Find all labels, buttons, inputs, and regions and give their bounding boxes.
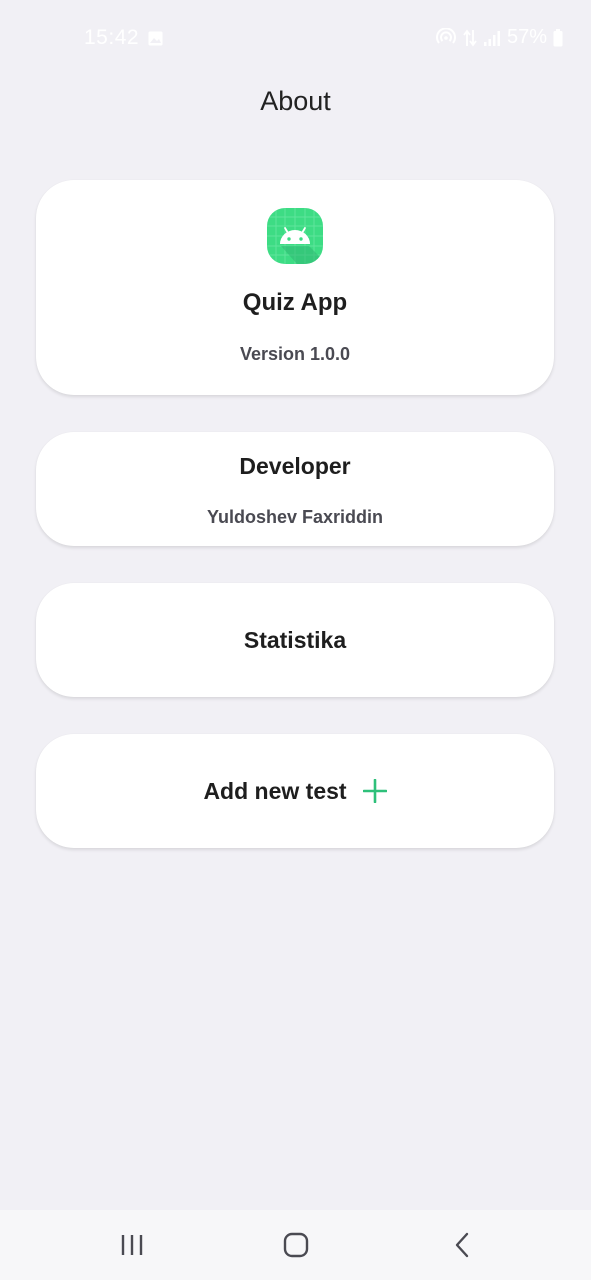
android-app-icon [267, 208, 323, 264]
hotspot-icon [436, 27, 456, 44]
app-version: Version 1.0.0 [239, 344, 351, 364]
app-name: Quiz App [242, 289, 348, 316]
plus-icon [362, 779, 387, 803]
status-time: 15:42 [84, 26, 140, 49]
status-icons: 57% [435, 26, 563, 49]
data-arrows-icon [463, 29, 477, 46]
developer-card: Developer Yuldoshev Faxriddin [36, 432, 554, 546]
battery-percent: 57% [506, 26, 547, 48]
add-new-test-label: Add new test [203, 777, 347, 804]
recents-icon[interactable] [117, 1230, 147, 1260]
app-info-card: Quiz App Version 1.0.0 [36, 180, 554, 395]
add-new-test-button[interactable]: Add new test [36, 734, 554, 848]
developer-title: Developer [239, 453, 351, 479]
status-bar: 15:42 57% [0, 0, 591, 78]
page-title: About [260, 86, 331, 116]
signal-icon [483, 30, 500, 46]
developer-name: Yuldoshev Faxriddin [206, 507, 384, 527]
statistics-label: Statistika [243, 626, 347, 653]
statistics-button[interactable]: Statistika [36, 583, 554, 697]
battery-icon [553, 28, 563, 46]
back-icon[interactable] [447, 1230, 477, 1260]
navigation-bar [0, 1210, 591, 1280]
gallery-icon [148, 31, 163, 46]
home-icon[interactable] [281, 1230, 311, 1260]
